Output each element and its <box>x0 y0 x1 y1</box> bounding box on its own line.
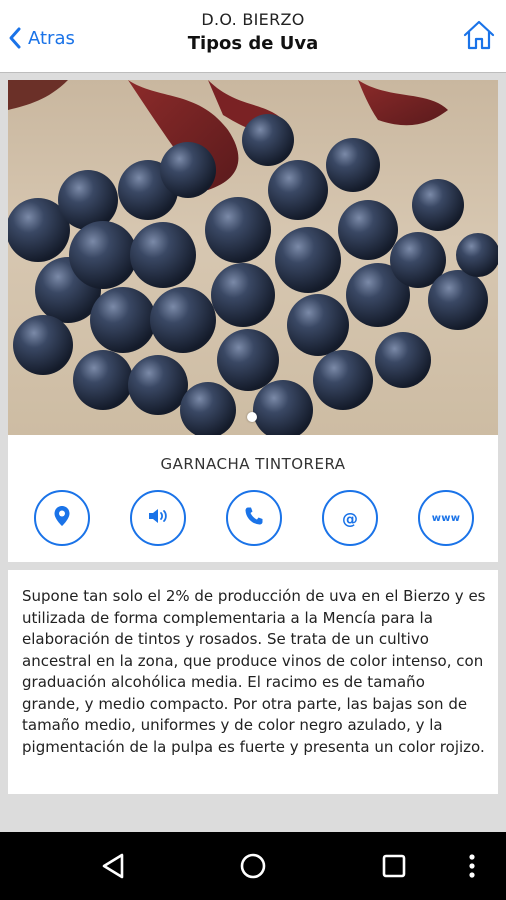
nav-home-icon <box>237 853 269 886</box>
audio-button[interactable] <box>130 490 186 546</box>
nav-back-button[interactable] <box>98 850 130 882</box>
carousel-indicator-dot[interactable] <box>247 412 257 422</box>
website-button[interactable]: www <box>418 490 474 546</box>
nav-recents-icon <box>378 854 410 886</box>
action-row: @ www <box>34 490 474 550</box>
nav-menu-icon <box>462 854 482 886</box>
page-subtitle: D.O. BIERZO <box>201 10 305 29</box>
web-icon: www <box>431 512 461 524</box>
nav-home-button[interactable] <box>237 850 269 882</box>
nav-recents-button[interactable] <box>378 850 410 882</box>
speaker-icon <box>147 507 169 529</box>
grape-photo[interactable] <box>8 80 498 435</box>
location-button[interactable] <box>34 490 90 546</box>
grape-card: GARNACHA TINTORERA @ www <box>8 80 498 562</box>
nav-menu-button[interactable] <box>462 850 482 882</box>
description-card: Supone tan solo el 2% de producción de u… <box>8 570 498 794</box>
email-button[interactable]: @ <box>322 490 378 546</box>
system-navigation-bar <box>0 832 506 900</box>
location-pin-icon <box>53 505 71 531</box>
phone-button[interactable] <box>226 490 282 546</box>
phone-icon <box>244 506 264 530</box>
home-icon <box>462 20 496 56</box>
title-block: D.O. BIERZO Tipos de Uva <box>0 10 506 54</box>
page-title: Tipos de Uva <box>187 33 319 54</box>
app-header: Atras D.O. BIERZO Tipos de Uva <box>0 0 506 73</box>
email-icon: @ <box>342 508 358 528</box>
grape-name: GARNACHA TINTORERA <box>160 455 346 473</box>
home-button[interactable] <box>462 18 496 52</box>
grape-description: Supone tan solo el 2% de producción de u… <box>22 587 486 756</box>
nav-back-icon <box>98 853 130 886</box>
